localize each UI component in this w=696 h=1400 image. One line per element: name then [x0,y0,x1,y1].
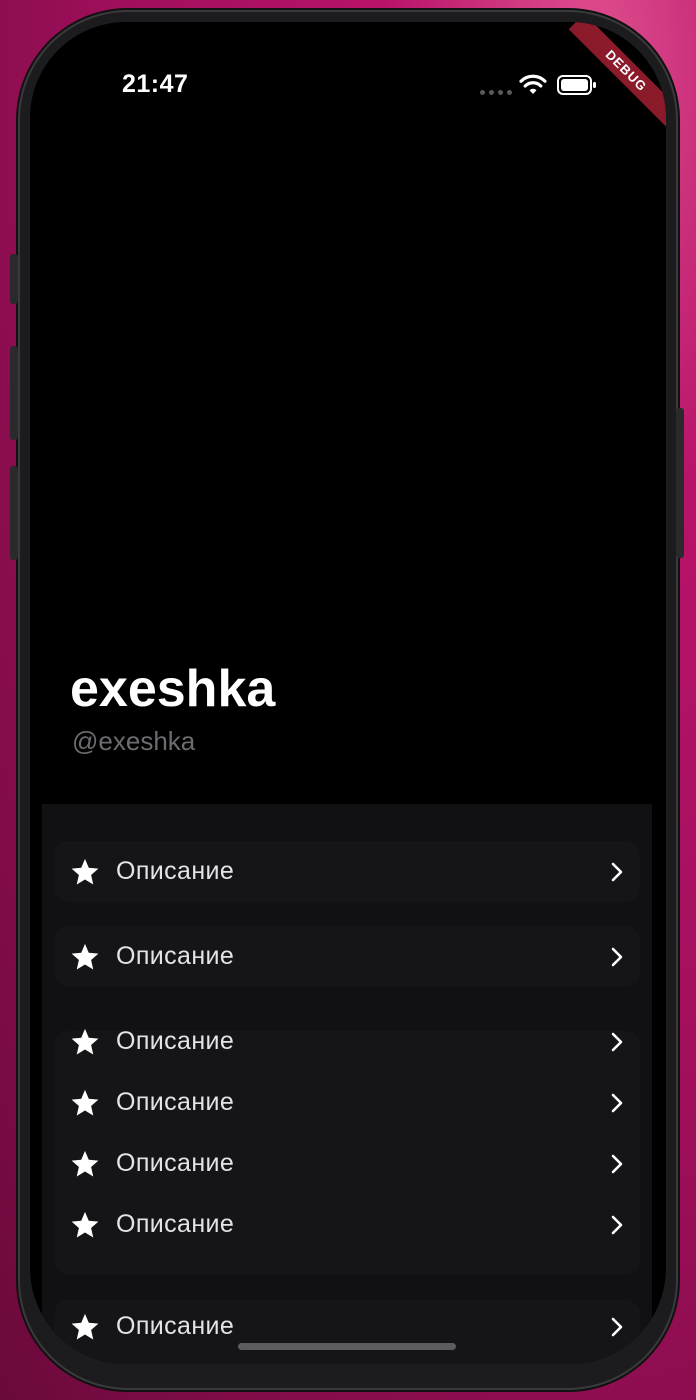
debug-ribbon-label: DEBUG [568,22,666,129]
menu-row[interactable]: Описание [54,841,640,902]
menu-row-label: Описание [116,942,235,970]
menu-row-label: Описание [116,1312,235,1340]
menu-row-label: Описание [116,1149,235,1177]
menu-row-label: Описание [116,1210,235,1238]
chevron-right-icon [611,947,623,966]
star-icon [71,1313,99,1339]
profile-handle: @exeshka [72,726,196,756]
power-button [676,408,684,558]
chevron-right-icon [611,1215,623,1234]
star-icon [71,1150,99,1176]
volume-up-button [10,346,18,440]
star-icon [71,858,99,884]
chevron-right-icon [611,862,623,881]
menu-row[interactable]: Описание [54,926,640,987]
menu-panel: Описание Описание Описание Описание Опис… [42,804,652,1364]
menu-group-4: Описание [54,1300,640,1364]
chevron-right-icon [611,1154,623,1173]
star-icon [71,1211,99,1237]
profile-header: exeshka @exeshka [70,654,275,757]
star-icon [71,943,99,969]
chevron-right-icon [611,1093,623,1112]
cellular-signal-icon [480,90,512,95]
chevron-right-icon [611,1317,623,1336]
profile-name: exeshka [70,660,276,718]
home-indicator[interactable] [238,1343,456,1350]
menu-group-1: Описание [54,841,640,902]
menu-row[interactable]: Описание [54,1072,640,1133]
wifi-icon [519,74,547,94]
status-time: 21:47 [122,70,189,98]
menu-group-3: Описание Описание Описание Описание [54,1027,640,1275]
menu-row-label: Описание [116,1088,235,1116]
app-screen: 21:47 DEBUG exeshka @exeshka Описание Оп… [30,22,666,1364]
debug-banner: DEBUG [546,22,666,142]
star-icon [71,1089,99,1115]
chevron-right-icon [611,1032,623,1051]
silent-switch [10,254,18,304]
menu-row[interactable]: Описание [54,1011,640,1072]
menu-row[interactable]: Описание [54,1194,640,1255]
menu-group-2: Описание [54,926,640,987]
menu-row[interactable]: Описание [54,1133,640,1194]
volume-down-button [10,466,18,560]
menu-row-label: Описание [116,857,235,885]
star-icon [71,1028,99,1054]
menu-row-label: Описание [116,1027,235,1055]
